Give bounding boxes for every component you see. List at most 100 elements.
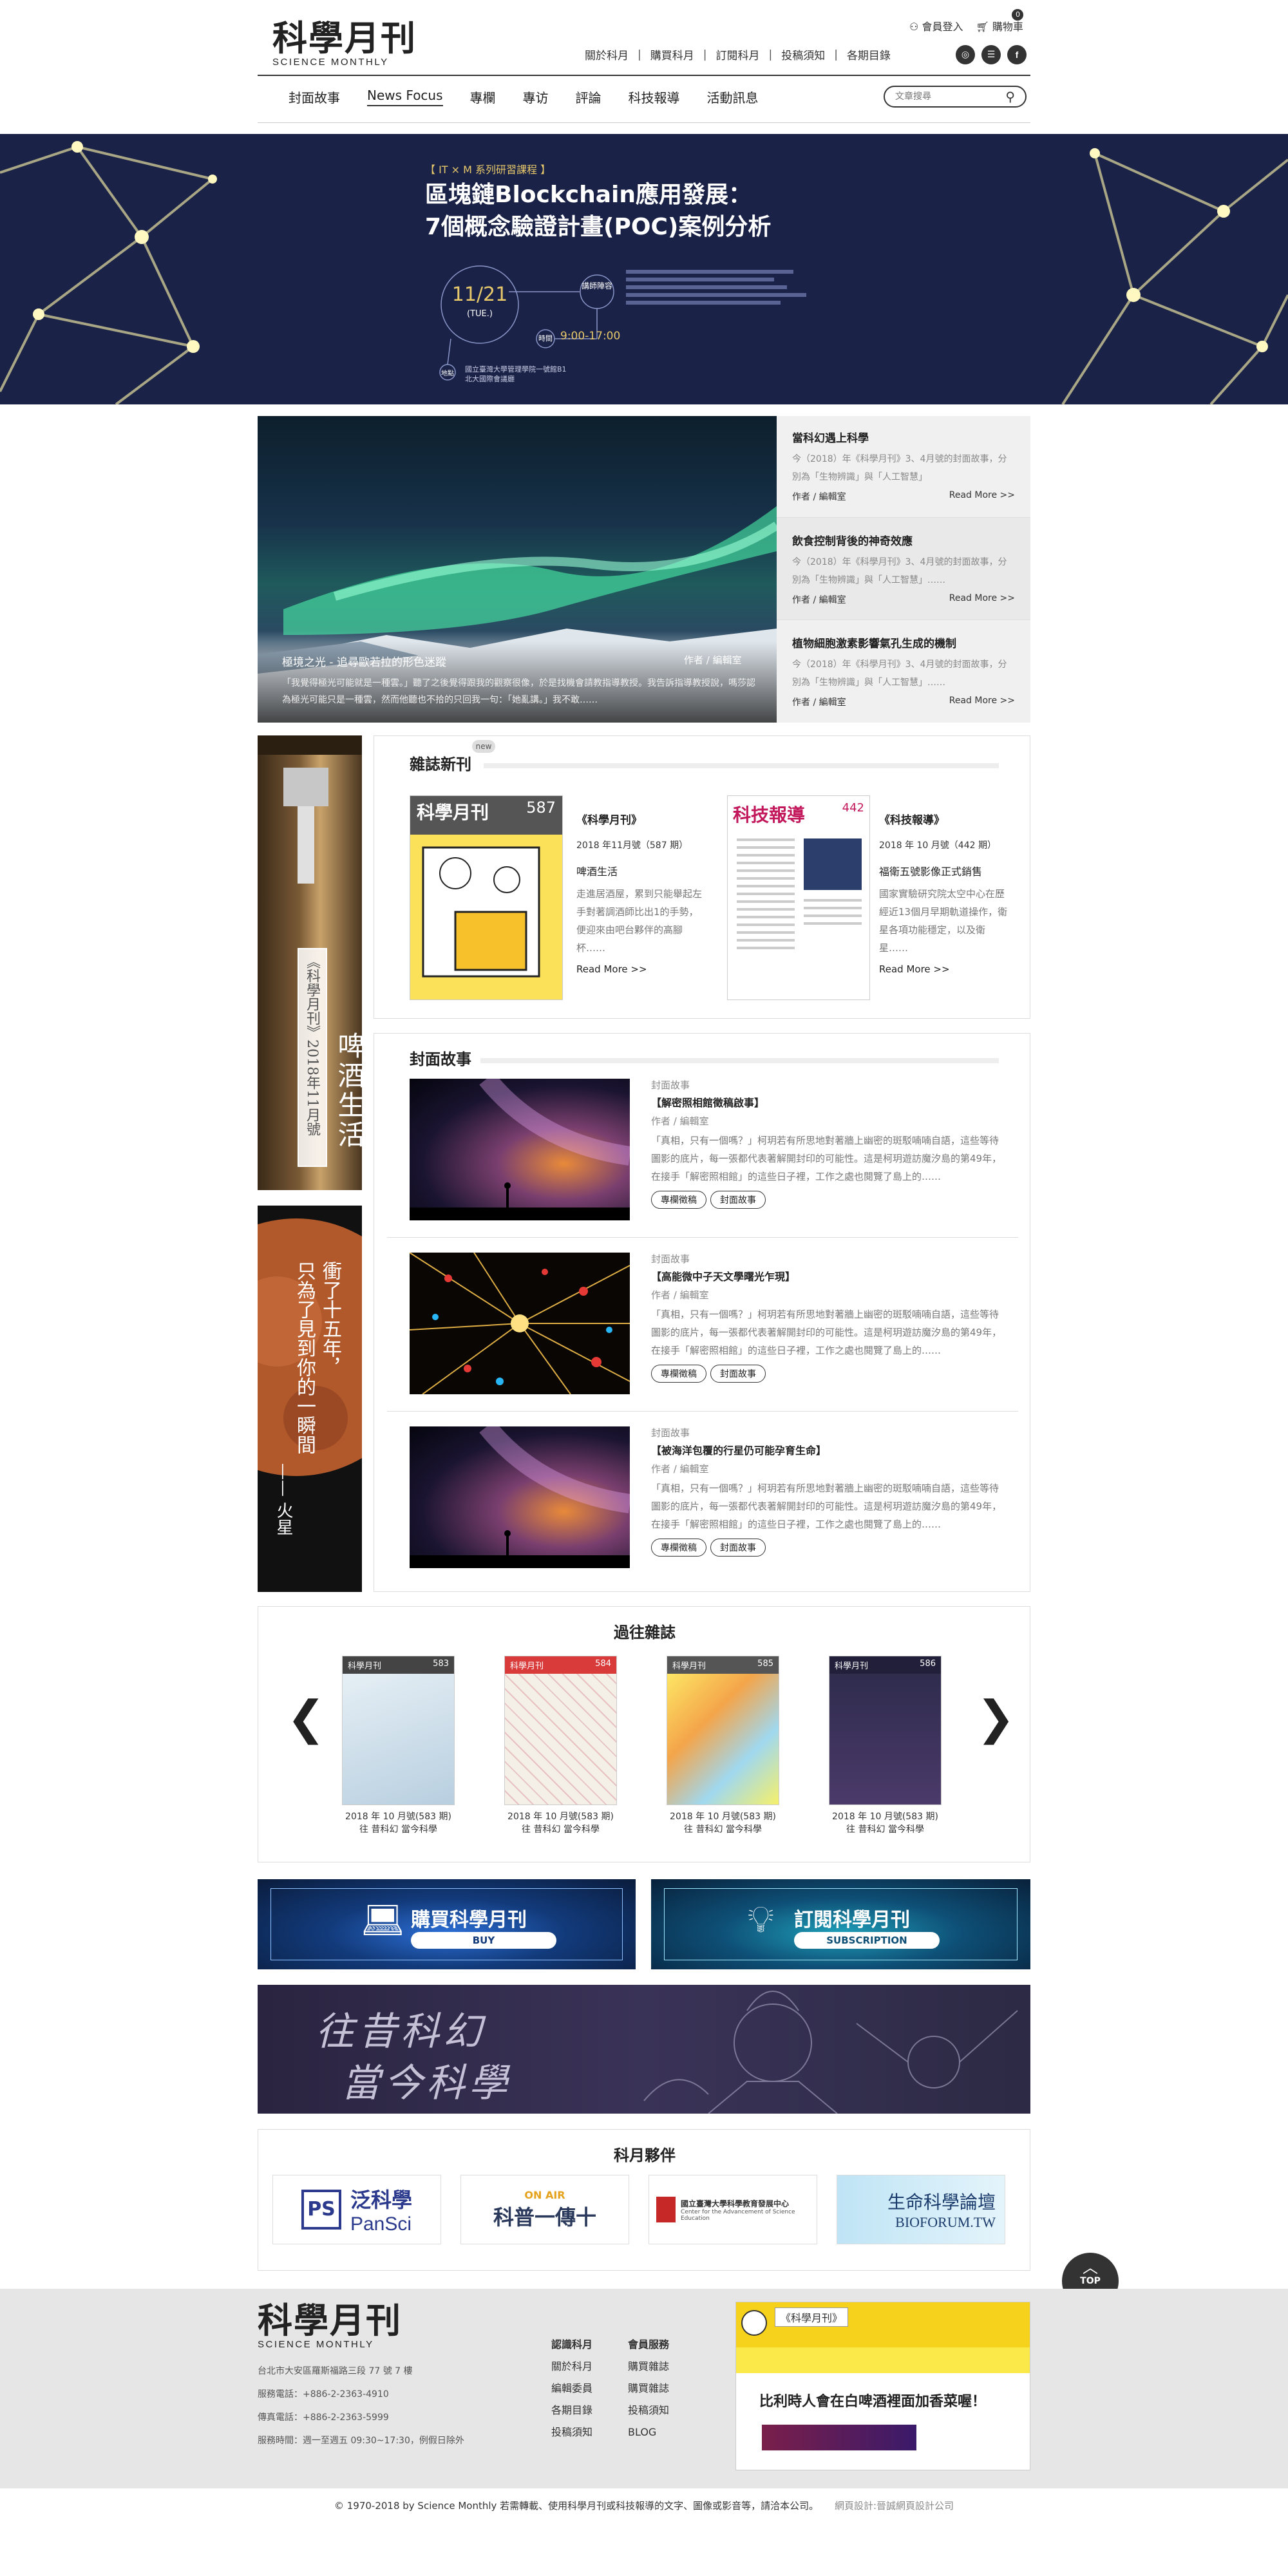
- top-link-about[interactable]: 關於科月: [585, 46, 629, 62]
- side-article[interactable]: 飲食控制背後的神奇效應 今（2018）年《科學月刊》3、4月號的封面故事，分別為…: [777, 518, 1030, 620]
- search-box: ⚲: [884, 86, 1027, 108]
- mars-line2: 只為了見到你的一瞬間: [293, 1261, 316, 1454]
- nav-review[interactable]: 評論: [576, 88, 601, 106]
- cover-story-section: 封面故事 封面故事 【解密照相館徵稿啟事】 作者 / 編輯室 「真相，只有一個嗎…: [374, 1033, 1030, 1592]
- buy-title: 購買科學月刊: [411, 1909, 527, 1931]
- tag-cover-story[interactable]: 封面故事: [710, 1539, 766, 1557]
- sci-fi-banner[interactable]: 往昔科幻 當今科學: [258, 1985, 1030, 2114]
- new-issue-section: 雜誌新刊 new 科學月刊 587 《科學月刊》 2018 年11月號（587 期…: [374, 735, 1030, 1019]
- footer-logo[interactable]: 科學月刊 SCIENCE MONTHLY: [258, 2302, 402, 2350]
- footer-link[interactable]: 購買雜誌: [628, 2356, 669, 2378]
- footer-link[interactable]: 編輯委員: [551, 2378, 592, 2400]
- cover-story-item: 封面故事 【高能微中子天文學曙光乍現】 作者 / 編輯室 「真相，只有一個嗎？」…: [651, 1250, 1005, 1383]
- designer-credit[interactable]: 網頁設計:晉誠網頁設計公司: [835, 2500, 954, 2512]
- carousel-prev-arrow[interactable]: ❮: [287, 1690, 325, 1745]
- nav-cover-story[interactable]: 封面故事: [289, 88, 340, 106]
- partner-pansci[interactable]: PS 泛科學 PanSci: [272, 2175, 441, 2244]
- nav-divider: [258, 122, 1030, 123]
- read-more-link[interactable]: Read More >>: [949, 593, 1015, 606]
- partner-onair[interactable]: ON AIR 科普一傳十: [460, 2175, 629, 2244]
- search-input[interactable]: [895, 88, 998, 106]
- nav-events[interactable]: 活動訊息: [707, 88, 759, 106]
- footer-link[interactable]: 各期目錄: [551, 2400, 592, 2421]
- fb-headline: 比利時人會在白啤酒裡面加香菜喔！: [759, 2394, 987, 2410]
- login-link[interactable]: ⚇ 會員登入: [909, 18, 963, 33]
- past-issue-caption: 2018 年 10 月號(583 期) 往 昔科幻 當今科學: [345, 1812, 451, 1835]
- past-issue-cover-583[interactable]: 科學月刊 583: [342, 1656, 455, 1805]
- cover-story-image[interactable]: [410, 1253, 630, 1394]
- line-icon[interactable]: ☰: [981, 45, 1001, 64]
- cart-link[interactable]: 🛒︎ 購物車 0: [976, 9, 1024, 33]
- footer-link[interactable]: 投稿須知: [551, 2421, 592, 2443]
- subscribe-button[interactable]: SUBSCRIPTION: [794, 1932, 940, 1949]
- past-issue-cover-585[interactable]: 科學月刊 585: [667, 1656, 779, 1805]
- cover-story-image[interactable]: [410, 1426, 630, 1568]
- cover-story-title[interactable]: 【被海洋包覆的行星仍可能孕育生命】: [651, 1442, 1005, 1457]
- side-article[interactable]: 植物細胞激素影響氣孔生成的機制 今（2018）年《科學月刊》3、4月號的封面故事…: [777, 620, 1030, 723]
- beer-banner[interactable]: 《科學月刊》2018年11月號 啤酒生活: [258, 735, 362, 1190]
- nav-news-focus[interactable]: News Focus: [367, 88, 443, 106]
- banner-line1: 往昔科幻: [316, 2009, 486, 2054]
- top-link-subscribe[interactable]: 訂閱科月: [715, 46, 759, 62]
- buy-magazine-banner[interactable]: 💻︎ 購買科學月刊 BUY: [258, 1879, 636, 1969]
- issue-info-442: 《科技報導》 2018 年 10 月號（442 期） 福衛五號影像正式銷售 國家…: [879, 811, 1014, 975]
- partner-case[interactable]: 國立臺灣大學科學教育發展中心 Center for the Advancement…: [649, 2175, 817, 2244]
- banner-line2: 當今科學: [341, 2061, 511, 2106]
- copyright-bar: © 1970-2018 by Science Monthly 若需轉載、使用科學…: [0, 2499, 1288, 2512]
- partner-bioforum[interactable]: 生命科學論壇 BIOFORUM.TW: [837, 2175, 1005, 2244]
- read-more-link[interactable]: Read More >>: [949, 490, 1015, 503]
- feature-article[interactable]: 極境之光 - 追尋歐若拉的形色迷蹤 作者 / 編輯室 「我覺得極光可能就是一種雲…: [258, 416, 777, 723]
- issue-cover-442[interactable]: 科技報導 442: [727, 795, 870, 1000]
- tag-column[interactable]: 專欄徵稿: [651, 1365, 706, 1383]
- past-issue-cover-586[interactable]: 科學月刊 586: [829, 1656, 942, 1805]
- top-link-archive[interactable]: 各期目錄: [847, 46, 891, 62]
- social-links: ◎ ☰ f: [956, 45, 1027, 64]
- read-more-link[interactable]: Read More >>: [879, 963, 1014, 975]
- nav-interview[interactable]: 專访: [523, 88, 549, 106]
- cover-story-image[interactable]: [410, 1079, 630, 1220]
- fb-avatar: [741, 2310, 767, 2336]
- hero-weekday: (TUE.): [467, 309, 493, 319]
- facebook-icon[interactable]: f: [1007, 45, 1027, 64]
- tag-column[interactable]: 專欄徵稿: [651, 1191, 706, 1209]
- section-title: 科月夥伴: [614, 2146, 676, 2164]
- main-nav: 封面故事 News Focus 專欄 專访 評論 科技報導 活動訊息: [289, 88, 759, 106]
- read-more-link[interactable]: Read More >>: [576, 963, 731, 975]
- tag-cover-story[interactable]: 封面故事: [710, 1191, 766, 1209]
- top-links: 關於科月 | 購買科月 | 訂閱科月 | 投稿須知 | 各期目錄: [585, 46, 891, 63]
- past-issue-cover-584[interactable]: 科學月刊 584: [504, 1656, 617, 1805]
- cover-story-title[interactable]: 【解密照相館徵稿啟事】: [651, 1094, 1005, 1110]
- mars-banner[interactable]: 衝了十五年， 只為了見到你的一瞬間 —— 火星: [258, 1206, 362, 1592]
- top-link-buy[interactable]: 購買科月: [650, 46, 694, 62]
- footer-link[interactable]: 關於科月: [551, 2356, 592, 2378]
- top-link-submit[interactable]: 投稿須知: [781, 46, 825, 62]
- site-logo[interactable]: 科學月刊 SCIENCE MONTHLY: [272, 19, 417, 68]
- pansci-logo: PS: [301, 2190, 341, 2230]
- cover-story-title[interactable]: 【高能微中子天文學曙光乍現】: [651, 1268, 1005, 1283]
- hero-title-line1: 區塊鏈Blockchain應用發展：: [425, 182, 752, 208]
- nav-column[interactable]: 專欄: [470, 88, 496, 106]
- issue-cover-587[interactable]: 科學月刊 587: [410, 795, 563, 1000]
- buy-button[interactable]: BUY: [411, 1932, 556, 1949]
- feature-excerpt: 「我覺得極光可能就是一種雲。」聽了之後覺得跟我的觀察很像，於是找機會請教指導教授…: [282, 678, 755, 705]
- read-more-link[interactable]: Read More >>: [949, 696, 1015, 708]
- search-icon[interactable]: ⚲: [1005, 89, 1015, 104]
- facebook-widget[interactable]: 《科學月刊》 比利時人會在白啤酒裡面加香菜喔！: [735, 2302, 1030, 2470]
- instagram-icon[interactable]: ◎: [956, 45, 975, 64]
- footer-link[interactable]: BLOG: [628, 2421, 669, 2443]
- tag-cover-story[interactable]: 封面故事: [710, 1365, 766, 1383]
- hero-banner[interactable]: 【 IT × M 系列研習課程 】 區塊鏈Blockchain應用發展： 7個概…: [0, 134, 1288, 404]
- footer-link[interactable]: 投稿須知: [628, 2400, 669, 2421]
- partners-section: 科月夥伴 PS 泛科學 PanSci ON AIR 科普一傳十 國立臺灣大學科學教…: [258, 2129, 1030, 2271]
- tag-column[interactable]: 專欄徵稿: [651, 1539, 706, 1557]
- footer-link[interactable]: 購買雜誌: [628, 2378, 669, 2400]
- feature-title: 極境之光 - 追尋歐若拉的形色迷蹤: [282, 656, 446, 669]
- subscribe-title: 訂閱科學月刊: [794, 1909, 910, 1931]
- hero-badge: 【 IT × M 系列研習課程 】: [425, 164, 551, 176]
- carousel-next-arrow[interactable]: ❯: [976, 1690, 1015, 1745]
- subscribe-magazine-banner[interactable]: 💡︎ 訂閱科學月刊 SUBSCRIPTION: [651, 1879, 1030, 1969]
- side-article[interactable]: 當科幻遇上科學 今（2018）年《科學月刊》3、4月號的封面故事，分別為「生物辨…: [777, 416, 1030, 518]
- nav-tech-report[interactable]: 科技報導: [629, 88, 680, 106]
- hero-speaker-list: [626, 266, 819, 308]
- mars-signature: —— 火星: [274, 1463, 293, 1536]
